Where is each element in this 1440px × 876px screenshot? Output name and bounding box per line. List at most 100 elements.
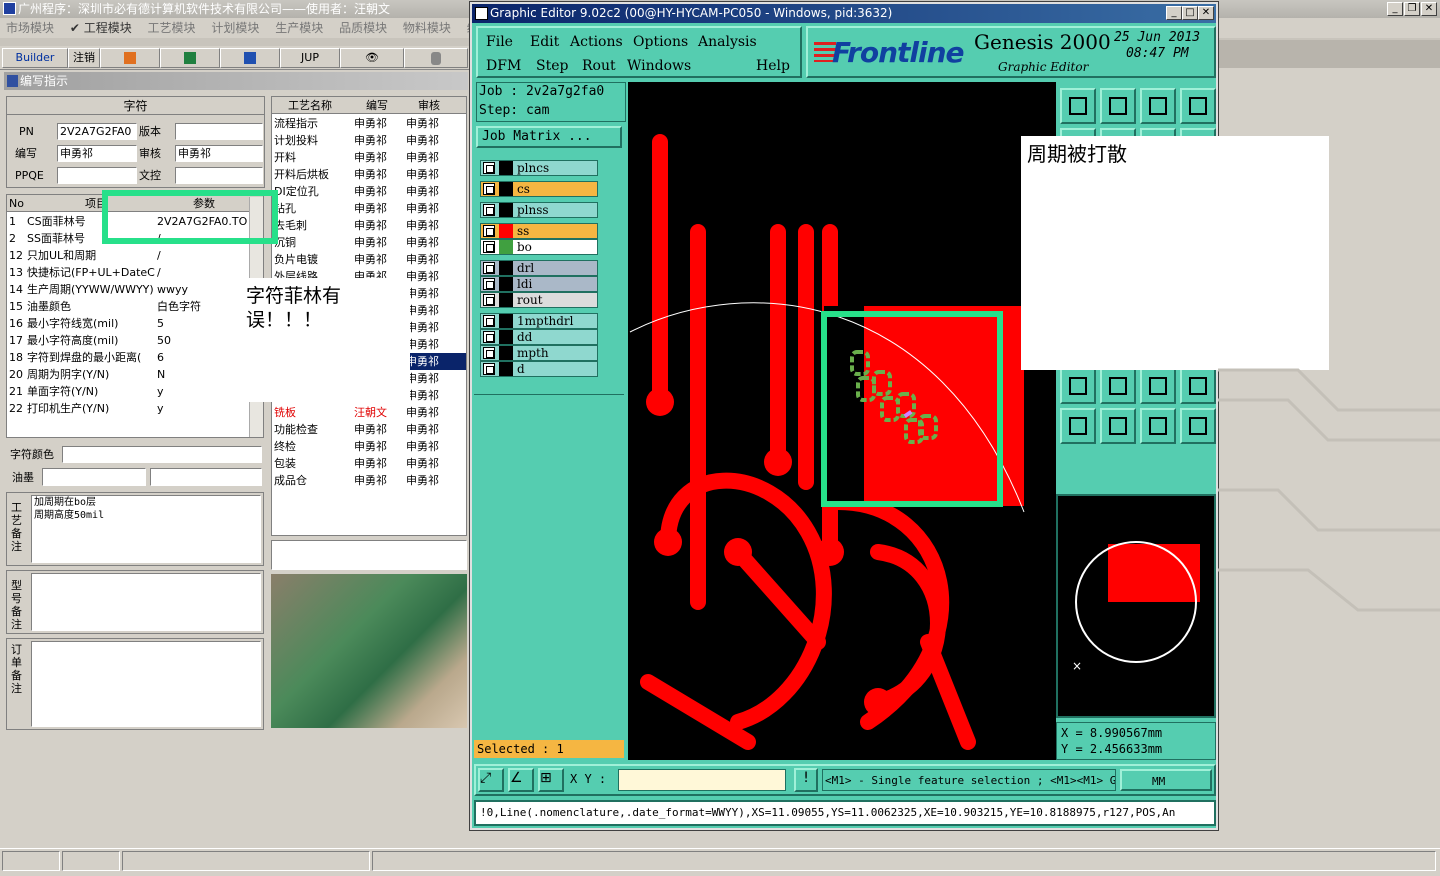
process-input[interactable] <box>271 540 467 570</box>
layer-checkbox[interactable] <box>483 347 495 359</box>
arrow-up-tool-button[interactable] <box>1100 368 1136 404</box>
layer-row[interactable]: rout <box>480 292 598 308</box>
graphics-canvas[interactable] <box>628 82 1056 760</box>
param-row[interactable]: 22 打印机生产(Y/N) y <box>7 400 247 417</box>
ink-field-2[interactable] <box>150 468 262 486</box>
grid-button[interactable]: ⊞ <box>538 768 564 792</box>
window-tool-button[interactable] <box>1180 88 1216 124</box>
ge-menu-options[interactable]: Options <box>633 34 688 50</box>
ge-menu-edit[interactable]: Edit <box>530 34 559 50</box>
alert-button[interactable]: ! <box>794 768 818 792</box>
param-row[interactable]: 21 单面字符(Y/N) y <box>7 383 247 400</box>
process-row[interactable]: 成品仓 申勇祁 申勇祁 <box>272 472 466 489</box>
process-row[interactable]: 开料后烘板 申勇祁 申勇祁 <box>272 166 466 183</box>
ppqe-field[interactable] <box>57 167 137 184</box>
measure-button[interactable]: ∠ <box>508 768 534 792</box>
layer-color-swatch[interactable] <box>499 261 513 275</box>
version-field[interactable] <box>175 123 263 140</box>
layer-row[interactable]: drl <box>480 260 598 276</box>
process-row[interactable]: 计划投料 申勇祁 申勇祁 <box>272 132 466 149</box>
layer-color-swatch[interactable] <box>499 314 513 328</box>
layer-color-swatch[interactable] <box>499 161 513 175</box>
command-line[interactable]: !0,Line(.nomenclature,.date_format=WWYY)… <box>474 800 1216 826</box>
process-row[interactable]: 钻孔 申勇祁 申勇祁 <box>272 200 466 217</box>
job-matrix-button[interactable]: Job Matrix ... <box>476 126 622 148</box>
ge-menu-file[interactable]: File <box>486 34 513 50</box>
param-row[interactable]: 15 油墨颜色 白色字符 <box>7 298 247 315</box>
param-row[interactable]: 18 字符到焊盘的最小距离( 6 <box>7 349 247 366</box>
pointer-box-tool-button[interactable] <box>1100 408 1136 444</box>
writer-field[interactable]: 申勇祁 <box>57 145 137 162</box>
ge-close-icon[interactable]: ✕ <box>1198 6 1214 20</box>
menu-production[interactable]: 生产模块 <box>269 18 329 38</box>
process-row[interactable]: 铣板 汪朝文 申勇祁 <box>272 404 466 421</box>
ge-menu-help[interactable]: Help <box>756 58 790 74</box>
pointer-circle-tool-button[interactable] <box>1140 408 1176 444</box>
menu-market[interactable]: 市场模块 <box>0 18 60 38</box>
restore-icon[interactable]: ❐ <box>1404 2 1420 16</box>
menu-material[interactable]: 物料模块 <box>397 18 457 38</box>
layer-row[interactable]: d <box>480 361 598 377</box>
process-row[interactable]: 流程指示 申勇祁 申勇祁 <box>272 115 466 132</box>
layer-color-swatch[interactable] <box>499 277 513 291</box>
ge-menu-windows[interactable]: Windows <box>627 58 691 74</box>
param-row[interactable]: 12 只加UL和周期 / <box>7 247 247 264</box>
param-row[interactable]: 20 周期为阴字(Y/N) N <box>7 366 247 383</box>
menu-plan[interactable]: 计划模块 <box>205 18 265 38</box>
layer-checkbox[interactable] <box>483 225 495 237</box>
layer-color-swatch[interactable] <box>499 182 513 196</box>
layer-row[interactable]: dd <box>480 329 598 345</box>
jup-button[interactable]: JUP <box>280 48 340 68</box>
layer-row[interactable]: mpth <box>480 345 598 361</box>
close-icon[interactable]: ✕ <box>1421 2 1437 16</box>
pointer-tool-button[interactable] <box>1060 408 1096 444</box>
process-note-text[interactable]: 加周期在bo层 周期高度50mil <box>31 495 261 563</box>
save-tool-button[interactable] <box>1100 88 1136 124</box>
process-row[interactable]: 去毛刺 申勇祁 申勇祁 <box>272 217 466 234</box>
layer-checkbox[interactable] <box>483 241 495 253</box>
layer-checkbox[interactable] <box>483 294 495 306</box>
ink-field[interactable] <box>42 468 146 486</box>
xy-input[interactable] <box>618 769 786 791</box>
view-button[interactable]: 👁 <box>340 48 404 68</box>
word-button[interactable] <box>220 48 280 68</box>
model-note-text[interactable] <box>31 573 261 631</box>
layer-checkbox[interactable] <box>483 278 495 290</box>
ppt-button[interactable] <box>100 48 160 68</box>
ge-menu-rout[interactable]: Rout <box>582 58 616 74</box>
process-row[interactable]: DI定位孔 申勇祁 申勇祁 <box>272 183 466 200</box>
ge-menu-actions[interactable]: Actions <box>570 34 623 50</box>
ge-maximize-icon[interactable]: □ <box>1182 6 1198 20</box>
menu-process[interactable]: 工艺模块 <box>142 18 202 38</box>
excel-button[interactable] <box>160 48 220 68</box>
param-row[interactable]: 17 最小字符高度(mil) 50 <box>7 332 247 349</box>
layer-row[interactable]: ldi <box>480 276 598 292</box>
ge-menu-analysis[interactable]: Analysis <box>698 34 757 50</box>
units-select[interactable]: MM <box>1120 769 1212 791</box>
doc-control-field[interactable] <box>175 167 263 184</box>
process-row[interactable]: 负片电镀 申勇祁 申勇祁 <box>272 251 466 268</box>
layer-row[interactable]: bo <box>480 239 598 255</box>
layer-checkbox[interactable] <box>483 183 495 195</box>
layer-row[interactable]: cs <box>480 181 598 197</box>
layer-color-swatch[interactable] <box>499 203 513 217</box>
process-row[interactable]: 沉铜 申勇祁 申勇祁 <box>272 234 466 251</box>
overview-preview[interactable]: × <box>1056 494 1216 718</box>
param-row[interactable]: 14 生产周期(YYWW/WWYY) wwyy <box>7 281 247 298</box>
layer-color-swatch[interactable] <box>499 240 513 254</box>
builder-button[interactable]: Builder <box>2 48 68 68</box>
layer-color-swatch[interactable] <box>499 330 513 344</box>
pn-field[interactable]: 2V2A7G2FA0 <box>57 123 137 140</box>
ge-minimize-icon[interactable]: _ <box>1166 6 1182 20</box>
logout-button[interactable]: 注销 <box>68 48 100 68</box>
database-button[interactable] <box>404 48 468 68</box>
reviewer-field[interactable]: 申勇祁 <box>175 145 263 162</box>
ge-menu-dfm[interactable]: DFM <box>486 58 521 74</box>
layer-row[interactable]: ss <box>480 223 598 239</box>
layer-checkbox[interactable] <box>483 162 495 174</box>
triangle-tool-button[interactable] <box>1060 368 1096 404</box>
layer-checkbox[interactable] <box>483 262 495 274</box>
layer-color-swatch[interactable] <box>499 293 513 307</box>
param-row[interactable]: 16 最小字符线宽(mil) 5 <box>7 315 247 332</box>
order-note-text[interactable] <box>31 641 261 727</box>
